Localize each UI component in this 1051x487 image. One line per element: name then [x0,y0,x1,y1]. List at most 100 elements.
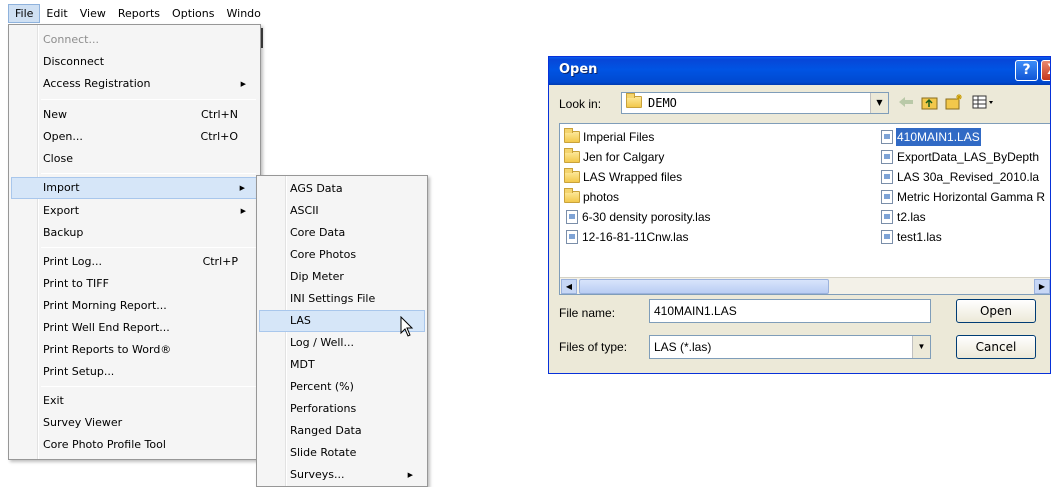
file-type-dropdown[interactable]: LAS (*.las) ▼ [649,335,931,359]
open-dialog: Open ? X Look in: DEMO ▼ Imperial Files … [548,56,1051,374]
menu-item-label: Open... [43,130,83,143]
menu-item-export[interactable]: Export ▶ [11,200,258,222]
submenu-item-ags-data[interactable]: AGS Data [259,178,425,200]
menu-item-print-well-end-report[interactable]: Print Well End Report... [11,317,258,339]
file-name-label: Metric Horizontal Gamma R [897,190,1046,204]
menu-item-new[interactable]: New Ctrl+N [11,104,258,126]
submenu-item-mdt[interactable]: MDT [259,354,425,376]
list-item-file[interactable]: 6-30 density porosity.las [564,208,864,226]
file-name-label: LAS Wrapped files [583,170,683,184]
submenu-item-percent[interactable]: Percent (%) [259,376,425,398]
shortcut-label: Ctrl+O [200,130,238,143]
submenu-arrow-icon: ▶ [240,80,246,88]
menu-item-core-photo-profile-tool[interactable]: Core Photo Profile Tool [11,434,258,456]
menu-file[interactable]: File [8,4,41,23]
menu-item-label: Core Photo Profile Tool [43,438,166,451]
menu-reports[interactable]: Reports [112,4,166,23]
list-item-folder[interactable]: Imperial Files [564,128,864,146]
menu-item-exit[interactable]: Exit [11,390,258,412]
look-in-label: Look in: [559,97,602,111]
submenu-item-surveys[interactable]: Surveys... ▶ [259,464,425,486]
file-icon [881,130,893,144]
help-button[interactable]: ? [1015,60,1038,81]
folder-icon [626,93,644,111]
menu-item-label: Print Setup... [43,365,115,378]
menu-item-survey-viewer[interactable]: Survey Viewer [11,412,258,434]
list-item-folder[interactable]: photos [564,188,864,206]
menu-item-label: Import [43,181,80,194]
menu-item-label: Print to TIFF [43,277,109,290]
list-item-file[interactable]: t2.las [879,208,1050,226]
menu-item-label: Dip Meter [290,270,344,283]
shortcut-label: Ctrl+N [200,108,238,121]
menu-item-print-setup[interactable]: Print Setup... [11,361,258,383]
submenu-item-ascii[interactable]: ASCII [259,200,425,222]
menu-item-open[interactable]: Open... Ctrl+O [11,126,258,148]
menu-item-backup[interactable]: Backup [11,222,258,244]
view-menu-icon[interactable] [971,93,997,111]
menu-item-close[interactable]: Close [11,148,258,170]
menu-item-print-morning-report[interactable]: Print Morning Report... [11,295,258,317]
list-item-file[interactable]: Metric Horizontal Gamma R [879,188,1050,206]
submenu-item-core-data[interactable]: Core Data [259,222,425,244]
horizontal-scrollbar[interactable]: ◀ ▶ [560,277,1050,294]
list-item-file[interactable]: ExportData_LAS_ByDepth [879,148,1050,166]
file-name-label: test1.las [897,230,942,244]
scroll-right-icon[interactable]: ▶ [1034,279,1050,294]
up-folder-icon[interactable] [921,93,939,111]
dialog-titlebar: Open ? X [549,57,1050,85]
back-arrow-icon[interactable] [897,93,915,111]
submenu-arrow-icon: ▶ [407,471,413,479]
menu-item-label: AGS Data [290,182,343,195]
submenu-item-ranged-data[interactable]: Ranged Data [259,420,425,442]
look-in-dropdown[interactable]: DEMO ▼ [621,92,889,114]
file-name-label: Jen for Calgary [583,150,665,164]
menu-item-print-reports-to-word[interactable]: Print Reports to Word® [11,339,258,361]
file-icon [566,230,578,244]
menu-item-label: Access Registration [43,77,151,90]
menu-view[interactable]: View [74,4,112,23]
mouse-cursor-icon [400,316,414,337]
chevron-down-icon[interactable]: ▼ [870,93,888,113]
list-item-file[interactable]: LAS 30a_Revised_2010.la [879,168,1050,186]
menu-bar: File Edit View Reports Options Windo [8,4,261,23]
close-button[interactable]: X [1041,60,1050,81]
menu-item-connect: Connect... [11,29,258,51]
chevron-down-icon[interactable]: ▼ [912,336,930,358]
menu-item-print-log[interactable]: Print Log... Ctrl+P [11,251,258,273]
file-name-label: 410MAIN1.LAS [896,128,981,146]
open-button[interactable]: Open [956,299,1036,323]
list-item-file[interactable]: 12-16-81-11Cnw.las [564,228,864,246]
menu-item-label: Backup [43,226,84,239]
menu-window[interactable]: Windo [221,4,262,23]
submenu-item-slide-rotate[interactable]: Slide Rotate [259,442,425,464]
folder-icon [564,148,580,163]
submenu-item-dip-meter[interactable]: Dip Meter [259,266,425,288]
menu-item-disconnect[interactable]: Disconnect [11,51,258,73]
menu-item-label: Core Data [290,226,346,239]
file-name-input[interactable]: 410MAIN1.LAS [649,299,931,323]
menu-item-print-to-tiff[interactable]: Print to TIFF [11,273,258,295]
submenu-item-ini-settings-file[interactable]: INI Settings File [259,288,425,310]
menu-item-label: INI Settings File [290,292,376,305]
menu-item-label: ASCII [290,204,319,217]
list-item-folder[interactable]: LAS Wrapped files [564,168,864,186]
menu-item-access-registration[interactable]: Access Registration ▶ [11,73,258,95]
list-item-file-selected[interactable]: 410MAIN1.LAS [879,128,1050,146]
menu-item-import[interactable]: Import ▶ [11,177,258,199]
menu-item-label: Core Photos [290,248,357,261]
submenu-item-perforations[interactable]: Perforations [259,398,425,420]
scrollbar-thumb[interactable] [579,279,829,294]
dialog-title: Open [559,62,598,77]
menu-item-label: Print Log... [43,255,102,268]
menu-options[interactable]: Options [166,4,220,23]
cancel-button[interactable]: Cancel [956,335,1036,359]
submenu-item-core-photos[interactable]: Core Photos [259,244,425,266]
list-item-folder[interactable]: Jen for Calgary [564,148,864,166]
list-item-file[interactable]: test1.las [879,228,1050,246]
new-folder-icon[interactable] [945,93,963,111]
scroll-left-icon[interactable]: ◀ [561,279,577,294]
menu-edit[interactable]: Edit [40,4,73,23]
look-in-value: DEMO [648,96,677,110]
file-list[interactable]: Imperial Files Jen for Calgary LAS Wrapp… [559,123,1050,295]
